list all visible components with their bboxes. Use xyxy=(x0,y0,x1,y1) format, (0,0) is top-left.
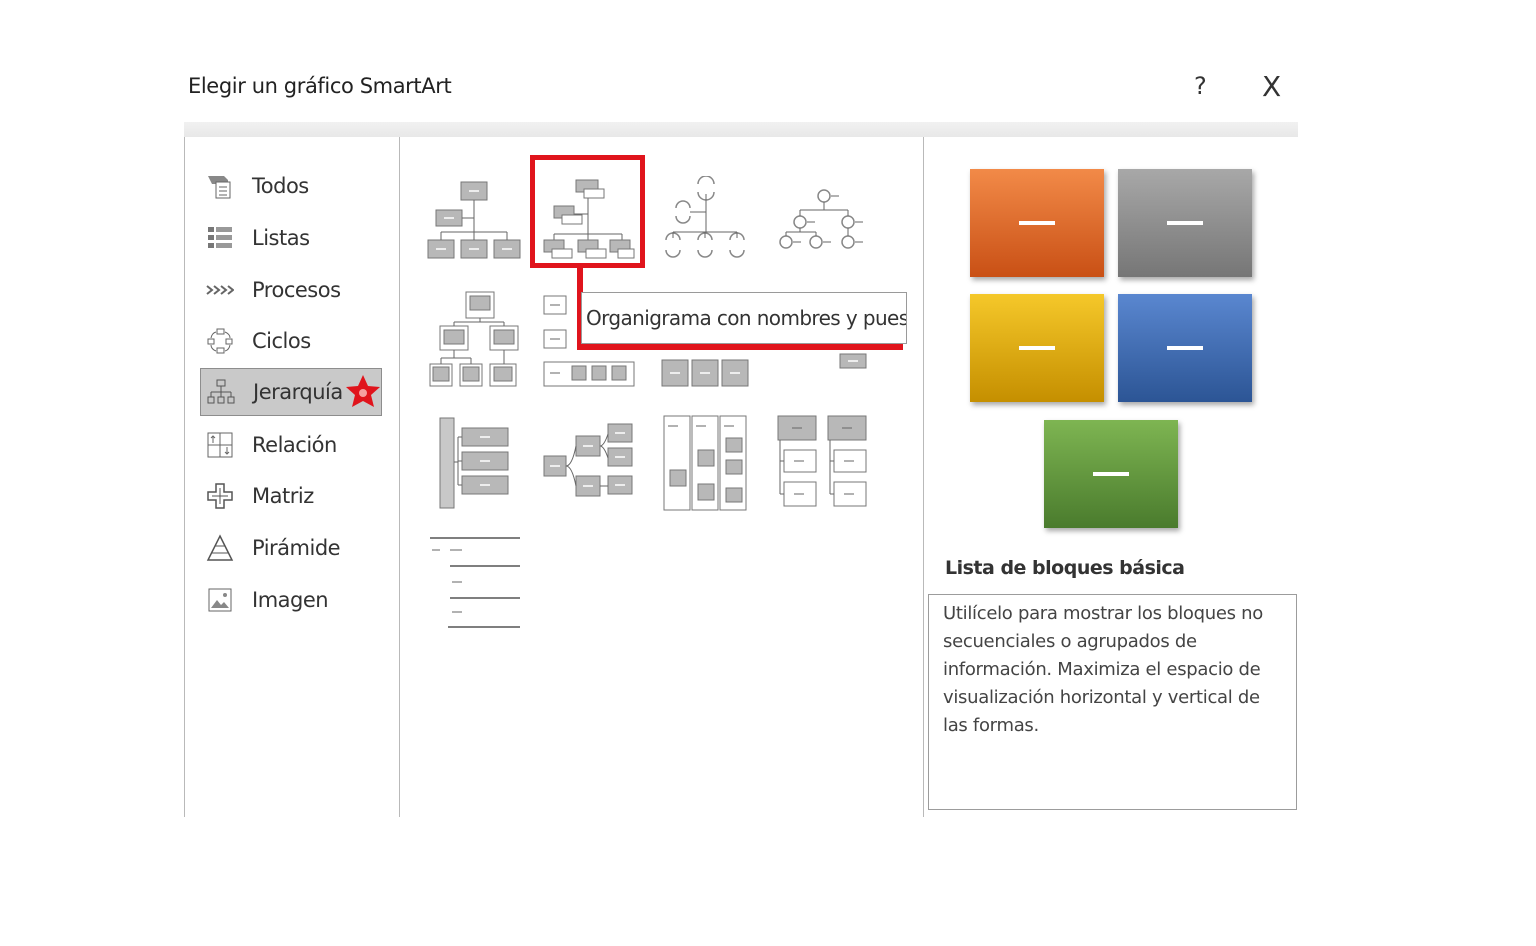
picture-icon xyxy=(206,585,234,615)
process-icon xyxy=(206,275,234,305)
preview-description: Utilícelo para mostrar los bloques no se… xyxy=(943,603,1263,736)
layout-name-and-title-org-chart[interactable] xyxy=(540,176,636,262)
layout-labeled-hierarchy-circles[interactable] xyxy=(774,176,870,262)
title-divider xyxy=(184,122,1298,137)
sidebar-item-relacion[interactable]: Relación xyxy=(200,421,382,469)
star-marker-icon xyxy=(346,375,380,407)
hierarchy-icon xyxy=(207,377,235,407)
preview-block-yellow xyxy=(970,294,1104,402)
layout-hierarchy-list[interactable] xyxy=(774,414,870,514)
relationship-icon xyxy=(206,430,234,460)
sidebar-item-procesos[interactable]: Procesos xyxy=(200,266,382,314)
sidebar-item-label: Relación xyxy=(252,433,337,457)
sidebar-item-label: Todos xyxy=(252,174,309,198)
sidebar-item-label: Imagen xyxy=(252,588,329,612)
sidebar-item-label: Ciclos xyxy=(252,329,311,353)
highlight-underline xyxy=(577,344,903,350)
help-button[interactable]: ? xyxy=(1194,72,1207,100)
close-button[interactable]: X xyxy=(1262,70,1281,103)
layout-half-circle-org-chart[interactable] xyxy=(658,176,754,262)
preview-title: Lista de bloques básica xyxy=(945,557,1185,579)
preview-divider xyxy=(923,137,924,817)
sidebar-item-label: Matriz xyxy=(252,484,314,508)
sidebar-item-label: Listas xyxy=(252,226,310,250)
sidebar-item-label: Jerarquía xyxy=(253,380,343,404)
pyramid-icon xyxy=(206,533,234,563)
list-icon xyxy=(206,223,234,253)
sidebar-item-label: Procesos xyxy=(252,278,341,302)
sidebar-item-matriz[interactable]: Matriz xyxy=(200,472,382,520)
preview-block-orange xyxy=(970,169,1104,277)
cycle-icon xyxy=(206,326,234,356)
sidebar-item-todos[interactable]: Todos xyxy=(200,162,382,210)
sidebar-divider xyxy=(399,137,400,817)
sidebar-item-label: Pirámide xyxy=(252,536,341,560)
layout-hierarchy[interactable] xyxy=(426,290,522,390)
layout-tooltip: Organigrama con nombres y puestos xyxy=(581,292,907,344)
preview-block-green xyxy=(1044,420,1178,528)
layout-organization-chart[interactable] xyxy=(426,176,522,262)
all-icon xyxy=(206,171,234,201)
preview-block-blue xyxy=(1118,294,1252,402)
sidebar-item-ciclos[interactable]: Ciclos xyxy=(200,317,382,365)
sidebar-item-listas[interactable]: Listas xyxy=(200,214,382,262)
layout-horizontal-hierarchy[interactable] xyxy=(540,414,636,514)
matrix-icon xyxy=(206,481,234,511)
layout-lined-list[interactable] xyxy=(426,532,522,632)
sidebar-item-imagen[interactable]: Imagen xyxy=(200,576,382,624)
preview-block-gray xyxy=(1118,169,1252,277)
sidebar-item-piramide[interactable]: Pirámide xyxy=(200,524,382,572)
layout-horizontal-labeled-hierarchy[interactable] xyxy=(658,414,754,514)
layout-horizontal-hierarchy-list[interactable] xyxy=(426,414,522,514)
layout-table-hierarchy[interactable] xyxy=(658,356,754,390)
left-border xyxy=(184,137,185,817)
layout-architecture-partial[interactable] xyxy=(836,352,868,370)
dialog-title: Elegir un gráfico SmartArt xyxy=(188,74,452,98)
